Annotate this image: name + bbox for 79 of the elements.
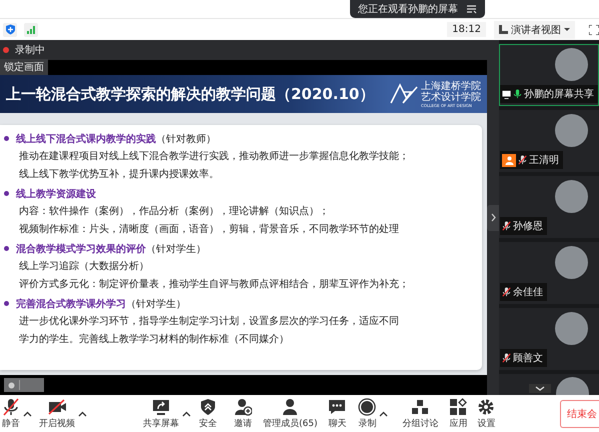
chevron-down-icon <box>535 386 545 391</box>
participant-tile[interactable]: 顾善文 <box>499 308 599 370</box>
view-mode-dropdown[interactable]: 演讲者视图 <box>494 20 575 38</box>
caret-icon[interactable] <box>23 410 32 416</box>
video-off-icon <box>48 398 66 416</box>
meeting-time: 18:12 <box>447 22 486 37</box>
toolbar-button[interactable]: 管理成员(65) <box>263 398 318 430</box>
participant-name: 王清明 <box>529 154 559 167</box>
bullet-text: 评价方式多元化：制定评价量表，推动学生自评与教师点评相结合，朋辈互评作为补充； <box>18 278 410 292</box>
add-user-icon <box>234 398 252 416</box>
avatar-placeholder <box>555 180 588 213</box>
avatar-placeholder <box>555 48 588 81</box>
signal-icon <box>26 24 36 34</box>
recording-status: 录制中 <box>15 44 45 57</box>
participant-name: 孙鹏的屏幕共享 <box>524 88 594 101</box>
bullet-icon <box>4 136 9 141</box>
shield-icon <box>4 24 16 35</box>
bullet-text: 线上学习追踪（大数据分析） <box>18 260 150 274</box>
participant-tile[interactable]: 王清明 <box>499 110 599 172</box>
bullet-text: 推动在建课程项目对线上线下混合教学进行实践，推动教师进一步掌握信息化教学技能； <box>18 150 410 164</box>
toolbar-button[interactable]: 安全 <box>199 398 217 430</box>
participant-tile[interactable]: 孙修恩 <box>499 176 599 238</box>
dropdown-caret-icon <box>564 28 570 31</box>
shield-icon <box>199 398 217 416</box>
lock-view-button[interactable]: 锁定画面 <box>0 59 48 75</box>
toolbar-button[interactable]: 应用 <box>449 398 468 430</box>
chevron-right-icon <box>490 213 496 222</box>
bullet-text: 内容：软件操作（案例），作品分析（案例），理论讲解（知识点）； <box>18 204 330 219</box>
banner-text: 您正在观看孙鹏的屏幕 <box>358 2 458 16</box>
logo-text: 艺术设计学院 <box>421 92 481 102</box>
circle-icon <box>8 382 15 388</box>
section-heading: 完善混合式教学课外学习（针对学生） <box>16 297 186 310</box>
bullet-text: 学力的学生。完善线上教学学习材料的制作标准（不同媒介） <box>18 332 290 347</box>
bullet-icon <box>4 301 9 306</box>
settings-icon <box>477 398 496 416</box>
caret-icon[interactable] <box>379 410 388 416</box>
toolbar-button[interactable]: 共享屏幕 <box>143 398 179 430</box>
bullet-text: 视频制作标准：片头，清晰度（画面，语音），剪辑，背景音乐，不同教学环节的处理 <box>18 222 400 237</box>
toolbar-button[interactable]: 设置 <box>477 398 496 430</box>
bullet-text: 线上线下教学优势互补，提升课内授课效率。 <box>18 168 220 182</box>
end-meeting-button[interactable]: 结束会 <box>560 400 599 428</box>
record-icon <box>358 398 376 416</box>
fullscreen-icon <box>589 24 599 34</box>
participant-tile[interactable]: 余佳佳 <box>499 242 599 304</box>
toolbar-button[interactable]: 分组讨论 <box>402 398 438 430</box>
list-icon <box>466 4 477 14</box>
bullet-icon <box>4 246 9 251</box>
participant-name: 顾善文 <box>513 352 543 365</box>
user-icon <box>281 398 300 416</box>
apps-icon <box>449 398 468 416</box>
floating-control[interactable] <box>4 378 44 392</box>
caret-icon[interactable] <box>78 410 87 416</box>
logo-text: 上海建桥学院 <box>421 80 481 92</box>
chat-icon <box>328 398 346 416</box>
caret-icon[interactable] <box>182 410 191 416</box>
participant-name: 余佳佳 <box>513 286 543 299</box>
grid-icon <box>411 398 430 416</box>
share-screen-icon <box>152 398 170 416</box>
toolbar-button[interactable]: 邀请 <box>234 398 252 430</box>
avatar-placeholder <box>555 114 588 147</box>
toolbar-button[interactable]: 聊天 <box>328 398 346 430</box>
bullet-icon <box>4 191 9 196</box>
layout-icon <box>499 25 508 34</box>
avatar-placeholder <box>555 312 588 345</box>
participant-name: 孙修恩 <box>513 220 543 233</box>
logo-mark-icon <box>389 83 418 105</box>
section-heading: 线上教学资源建设 <box>16 188 96 200</box>
section-heading: 线上线下混合式课内教学的实践（针对教师） <box>16 132 216 146</box>
participant-tile[interactable]: 孙鹏的屏幕共享 <box>499 44 599 106</box>
collapse-sidebar-button[interactable] <box>487 204 499 230</box>
toolbar-button[interactable]: 录制 <box>358 398 376 430</box>
toolbar-button[interactable]: 静音 <box>2 398 20 430</box>
slide-title: 上一轮混合式教学探索的解决的教学问题（2020.10） <box>6 84 376 104</box>
toolbar-button[interactable]: 开启视频 <box>39 398 75 430</box>
scroll-down-button[interactable] <box>529 384 551 393</box>
bullet-text: 进一步优化课外学习环节，指导学生制定学习计划，设置多层次的学习任务，适应不同 <box>18 314 400 329</box>
section-heading: 混合教学模式学习效果的评价（针对学生） <box>16 242 206 256</box>
muted-mic-icon <box>2 398 20 416</box>
avatar-placeholder <box>555 246 588 279</box>
